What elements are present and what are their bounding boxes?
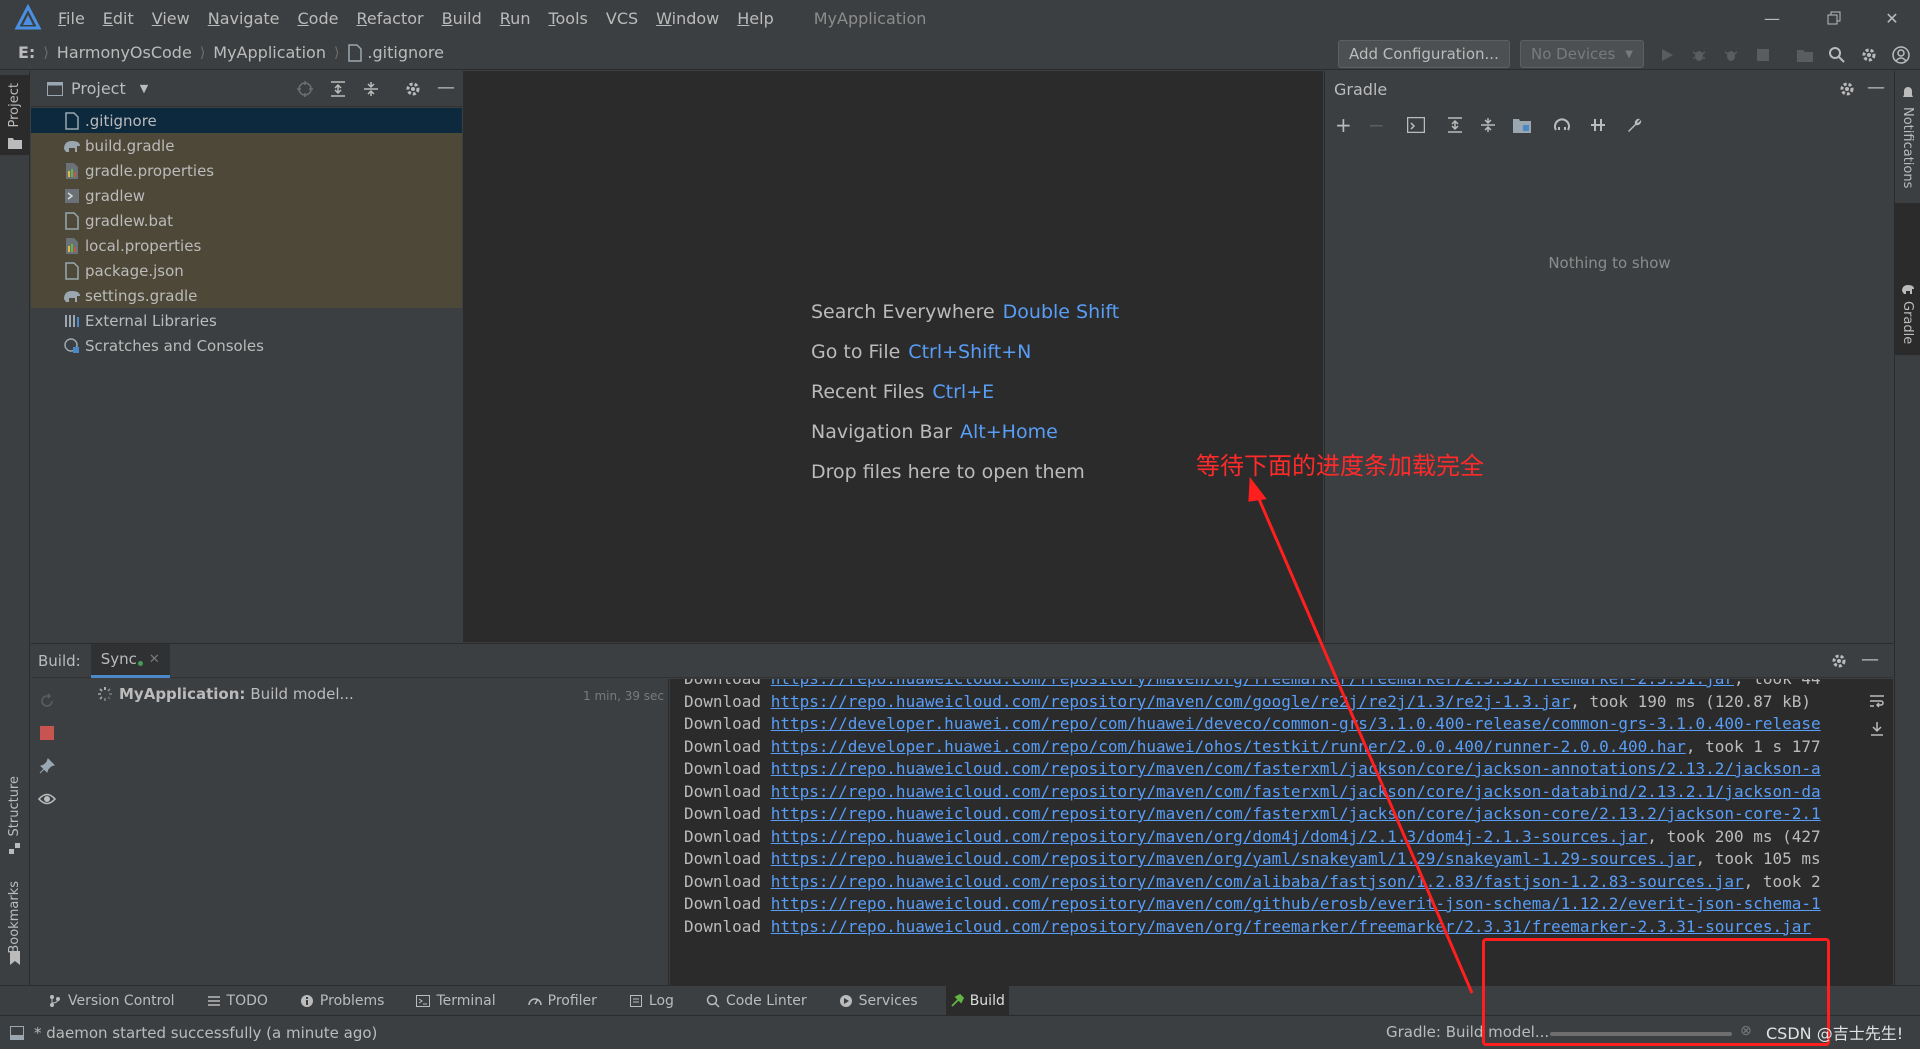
annotation-arrow <box>1248 476 1474 994</box>
watermark: CSDN @吉士先生! <box>1766 1024 1904 1043</box>
